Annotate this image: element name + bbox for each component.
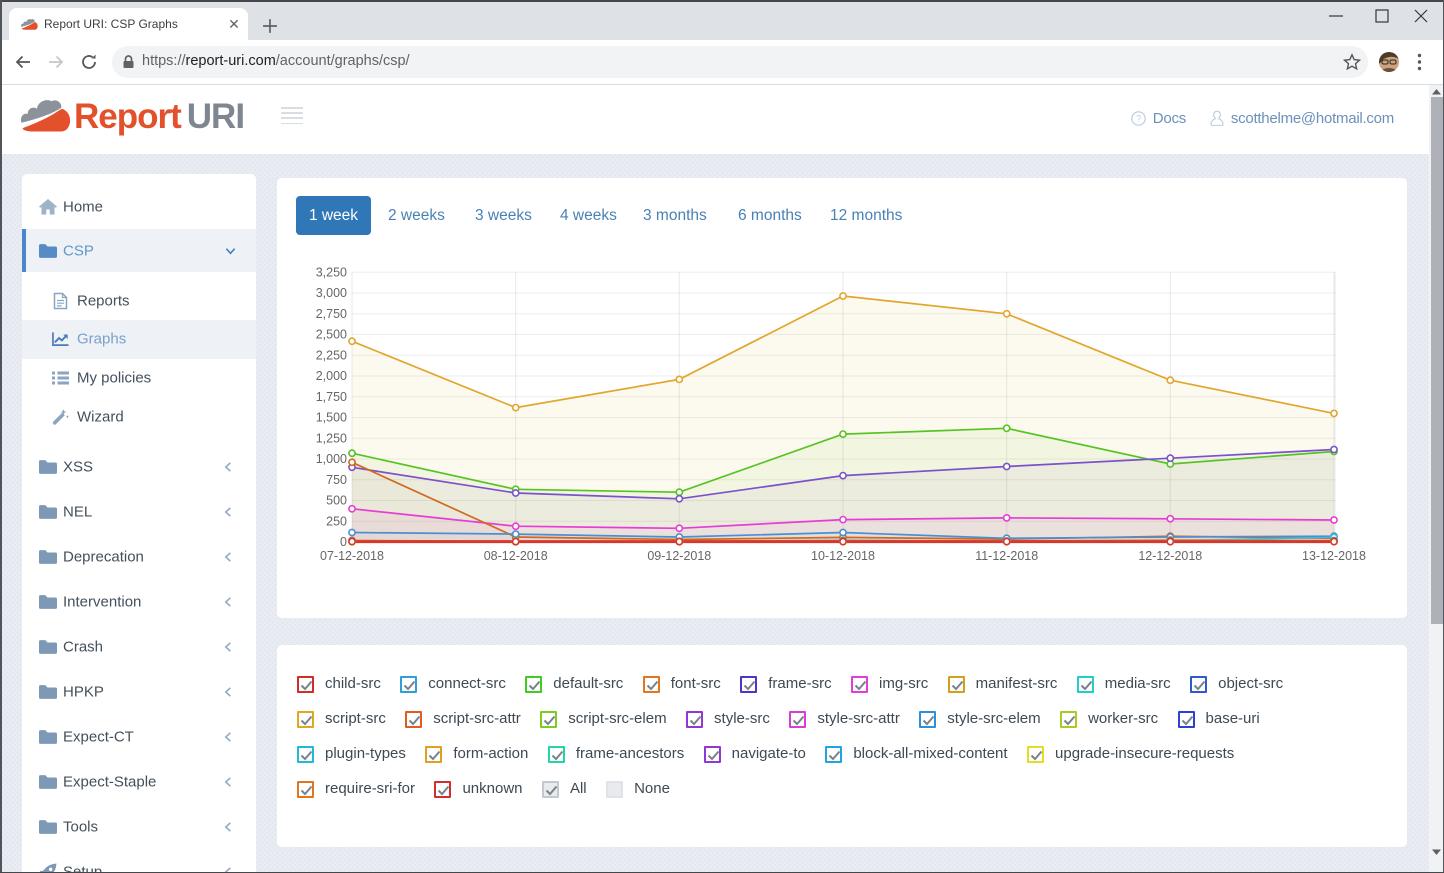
svg-text:750: 750 xyxy=(326,473,347,487)
svg-text:1,000: 1,000 xyxy=(316,452,347,466)
svg-text:3,250: 3,250 xyxy=(316,265,347,279)
svg-text:07-12-2018: 07-12-2018 xyxy=(320,549,384,563)
svg-text:1,250: 1,250 xyxy=(316,431,347,445)
svg-text:0: 0 xyxy=(340,535,347,549)
svg-text:12-12-2018: 12-12-2018 xyxy=(1138,549,1202,563)
svg-text:250: 250 xyxy=(326,514,347,528)
svg-text:1,500: 1,500 xyxy=(316,411,347,425)
svg-text:2,750: 2,750 xyxy=(316,307,347,321)
svg-text:?: ? xyxy=(1136,114,1141,124)
svg-text:2,250: 2,250 xyxy=(316,348,347,362)
svg-text:2,000: 2,000 xyxy=(316,369,347,383)
svg-text:11-12-2018: 11-12-2018 xyxy=(975,549,1038,563)
svg-text:13-12-2018: 13-12-2018 xyxy=(1302,549,1366,563)
svg-text:1,750: 1,750 xyxy=(316,390,347,404)
svg-text:3,000: 3,000 xyxy=(316,286,347,300)
svg-text:10-12-2018: 10-12-2018 xyxy=(811,549,875,563)
svg-text:500: 500 xyxy=(326,494,347,508)
svg-text:2,500: 2,500 xyxy=(316,328,347,342)
svg-text:08-12-2018: 08-12-2018 xyxy=(484,549,548,563)
svg-text:09-12-2018: 09-12-2018 xyxy=(647,549,711,563)
